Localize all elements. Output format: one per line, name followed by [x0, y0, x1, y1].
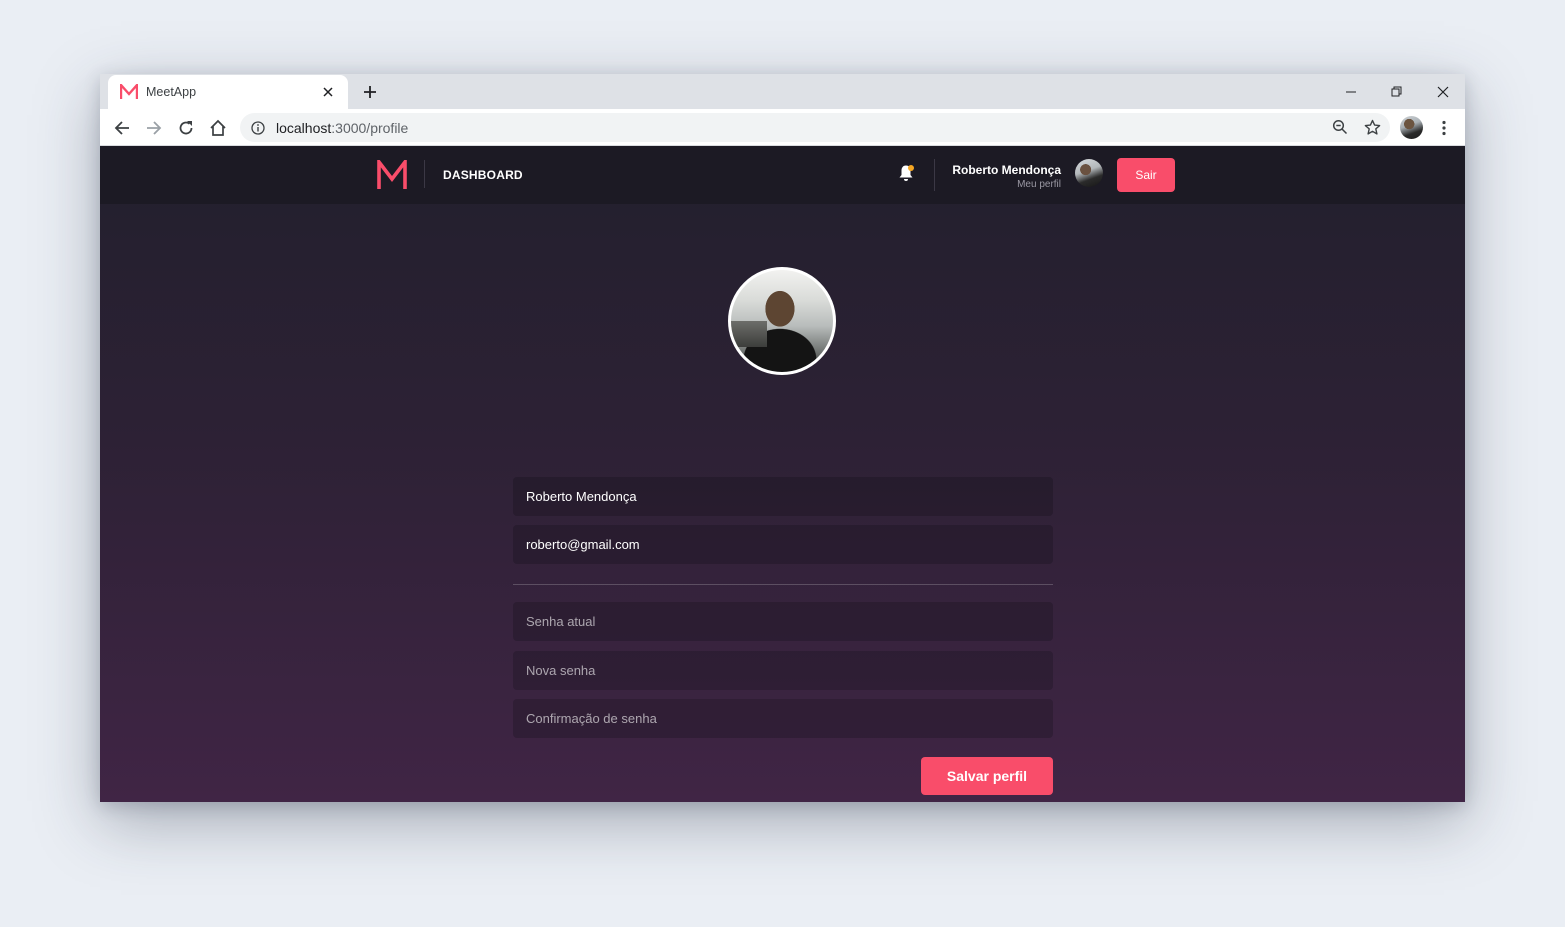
tab-title: MeetApp [146, 85, 197, 99]
home-icon[interactable] [206, 116, 230, 140]
email-field[interactable] [513, 525, 1053, 564]
browser-profile-avatar[interactable] [1400, 116, 1423, 139]
app-header: DASHBOARD Roberto Mendonça Meu perfil Sa… [100, 146, 1465, 204]
header-divider [934, 159, 935, 191]
meetapp-favicon-icon [120, 83, 138, 101]
bookmark-star-icon[interactable] [1362, 117, 1382, 137]
name-field[interactable] [513, 477, 1053, 516]
confirm-password-field[interactable] [513, 699, 1053, 738]
url-text: localhost:3000/profile [276, 120, 408, 136]
close-window-button[interactable] [1420, 78, 1465, 106]
page-viewport: DASHBOARD Roberto Mendonça Meu perfil Sa… [100, 146, 1465, 802]
profile-avatar-upload[interactable] [728, 267, 836, 375]
header-user-name: Roberto Mendonça [952, 163, 1061, 177]
zoom-icon[interactable] [1330, 117, 1350, 137]
close-tab-icon[interactable] [320, 84, 336, 100]
browser-tab[interactable]: MeetApp [108, 75, 348, 109]
my-profile-link[interactable]: Meu perfil [1017, 179, 1061, 190]
tab-strip: MeetApp [100, 74, 1465, 109]
url-host: localhost [276, 119, 332, 136]
form-divider [513, 584, 1053, 585]
browser-menu-icon[interactable] [1434, 116, 1454, 140]
restore-button[interactable] [1374, 78, 1420, 106]
logout-button[interactable]: Sair [1117, 158, 1175, 192]
avatar-photo-detail [731, 321, 767, 347]
new-password-field[interactable] [513, 651, 1053, 690]
nav-dashboard-link[interactable]: DASHBOARD [443, 168, 523, 182]
reload-icon[interactable] [174, 116, 198, 140]
minimize-button[interactable] [1328, 78, 1374, 106]
address-bar[interactable]: localhost:3000/profile [240, 113, 1390, 142]
current-password-field[interactable] [513, 602, 1053, 641]
new-tab-button[interactable] [358, 82, 382, 102]
browser-toolbar: localhost:3000/profile [100, 109, 1465, 146]
avatar[interactable] [1075, 159, 1103, 187]
back-icon[interactable] [110, 116, 134, 140]
save-profile-button[interactable]: Salvar perfil [921, 757, 1053, 795]
meetapp-logo-icon[interactable] [377, 156, 407, 190]
bell-icon[interactable] [898, 164, 916, 184]
notification-dot [908, 165, 914, 171]
url-path: :3000/profile [331, 119, 409, 136]
header-divider [424, 160, 425, 188]
browser-window: MeetApp localhost:3000/profile DASHBOARD… [100, 74, 1465, 802]
forward-icon[interactable] [142, 116, 166, 140]
info-icon[interactable] [250, 120, 266, 136]
